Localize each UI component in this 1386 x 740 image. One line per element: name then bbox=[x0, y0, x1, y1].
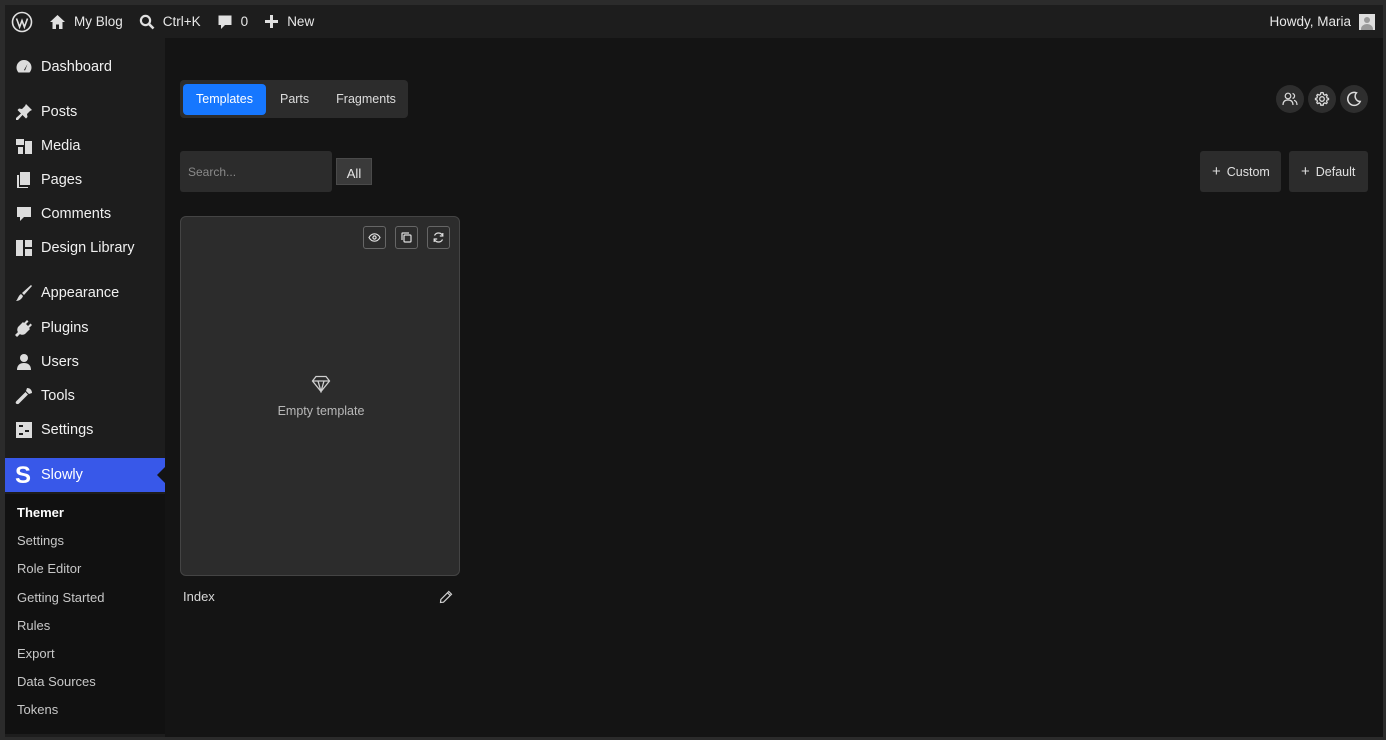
dark-mode-toggle[interactable] bbox=[1340, 85, 1368, 113]
comment-icon bbox=[14, 204, 34, 224]
sidebar-item-dashboard[interactable]: Dashboard bbox=[5, 50, 165, 84]
plus-icon: + bbox=[1301, 163, 1310, 180]
sidebar-item-users[interactable]: Users bbox=[5, 345, 165, 379]
sidebar-item-posts[interactable]: Posts bbox=[5, 95, 165, 129]
submenu-item-role-editor[interactable]: Role Editor bbox=[17, 561, 81, 576]
submenu-item-rules[interactable]: Rules bbox=[17, 618, 50, 633]
search-icon bbox=[139, 14, 155, 29]
add-default-label: Default bbox=[1315, 164, 1356, 179]
media-icon bbox=[14, 136, 34, 156]
search-shortcut-label: Ctrl+K bbox=[162, 14, 201, 29]
layout-icon bbox=[14, 238, 34, 258]
slowly-logo-icon: S bbox=[14, 464, 34, 486]
sidebar-item-label: Dashboard bbox=[41, 59, 112, 75]
preview-button[interactable] bbox=[363, 226, 386, 249]
sidebar-item-settings[interactable]: Settings bbox=[5, 413, 165, 447]
home-icon bbox=[50, 14, 65, 29]
add-default-button[interactable]: + Default bbox=[1289, 151, 1368, 192]
pages-icon bbox=[14, 170, 34, 190]
filter-all-button[interactable]: All bbox=[336, 158, 372, 185]
comments-link[interactable]: 0 bbox=[209, 5, 257, 38]
site-name-link[interactable]: My Blog bbox=[41, 5, 131, 38]
moon-icon bbox=[1347, 91, 1362, 107]
empty-template-label: Empty template bbox=[277, 404, 365, 418]
sidebar-item-appearance[interactable]: Appearance bbox=[5, 276, 165, 310]
tab-parts[interactable]: Parts bbox=[267, 84, 322, 115]
settings-icon bbox=[14, 420, 34, 440]
users-button[interactable] bbox=[1276, 85, 1304, 113]
edit-template-button[interactable] bbox=[438, 589, 454, 605]
admin-sidebar: Dashboard Posts Media Pages Comments Des… bbox=[5, 38, 165, 737]
wordpress-logo-icon bbox=[11, 11, 33, 32]
submenu-item-settings[interactable]: Settings bbox=[17, 533, 64, 548]
submenu-item-themer[interactable]: Themer bbox=[17, 505, 64, 520]
eye-icon bbox=[368, 233, 381, 242]
sidebar-item-media[interactable]: Media bbox=[5, 129, 165, 163]
sidebar-item-label: Settings bbox=[41, 422, 94, 438]
copy-icon bbox=[401, 232, 412, 243]
sidebar-item-label: Tools bbox=[41, 388, 75, 404]
sidebar-item-label: Plugins bbox=[41, 320, 89, 336]
greeting-text: Howdy, Maria bbox=[1269, 14, 1351, 29]
empty-template-placeholder: Empty template bbox=[181, 375, 461, 418]
template-title: Index bbox=[183, 589, 215, 604]
sidebar-item-plugins[interactable]: Plugins bbox=[5, 311, 165, 345]
site-name: My Blog bbox=[74, 14, 123, 29]
sidebar-item-label: Media bbox=[41, 138, 81, 154]
pin-icon bbox=[14, 102, 34, 122]
add-custom-button[interactable]: + Custom bbox=[1200, 151, 1281, 192]
sidebar-item-comments[interactable]: Comments bbox=[5, 197, 165, 231]
sidebar-item-label: Posts bbox=[41, 104, 78, 120]
comments-count: 0 bbox=[240, 14, 249, 29]
plug-icon bbox=[14, 318, 34, 338]
gear-icon bbox=[1314, 91, 1330, 106]
sidebar-item-label: Appearance bbox=[41, 285, 120, 301]
submenu-item-export[interactable]: Export bbox=[17, 646, 55, 661]
sidebar-item-design-library[interactable]: Design Library bbox=[5, 231, 165, 265]
submenu-item-data-sources[interactable]: Data Sources bbox=[17, 674, 96, 689]
diamond-icon bbox=[311, 375, 331, 394]
sidebar-item-label: Pages bbox=[41, 172, 83, 188]
sidebar-item-label: Design Library bbox=[41, 240, 135, 256]
tab-templates[interactable]: Templates bbox=[183, 83, 266, 115]
duplicate-button[interactable] bbox=[395, 226, 418, 249]
submenu-item-getting-started[interactable]: Getting Started bbox=[17, 590, 104, 605]
svg-text:S: S bbox=[15, 464, 31, 486]
wordpress-logo-button[interactable] bbox=[5, 5, 41, 38]
sidebar-item-pages[interactable]: Pages bbox=[5, 163, 165, 197]
sidebar-item-slowly[interactable]: S Slowly bbox=[5, 458, 165, 492]
add-custom-label: Custom bbox=[1226, 164, 1270, 179]
refresh-icon bbox=[433, 232, 444, 243]
reset-button[interactable] bbox=[427, 226, 450, 249]
plus-icon bbox=[265, 15, 279, 28]
dashboard-icon bbox=[14, 57, 34, 77]
users-icon bbox=[1282, 92, 1298, 106]
sidebar-item-label: Slowly bbox=[41, 467, 83, 483]
new-content-button[interactable]: New bbox=[256, 5, 322, 38]
sidebar-item-label: Users bbox=[41, 354, 79, 370]
search-input[interactable] bbox=[180, 151, 332, 192]
user-icon bbox=[14, 352, 34, 372]
brush-icon bbox=[14, 283, 34, 303]
account-menu[interactable]: Howdy, Maria bbox=[1269, 13, 1383, 30]
admin-bar: My Blog Ctrl+K 0 New Howdy, Maria bbox=[5, 5, 1383, 38]
plus-icon: + bbox=[1212, 163, 1221, 180]
new-content-label: New bbox=[287, 14, 315, 29]
wrench-icon bbox=[14, 386, 34, 406]
search-shortcut-button[interactable]: Ctrl+K bbox=[131, 5, 209, 38]
submenu-item-tokens[interactable]: Tokens bbox=[17, 702, 58, 717]
tab-fragments[interactable]: Fragments bbox=[323, 84, 409, 115]
settings-button[interactable] bbox=[1308, 85, 1336, 113]
slowly-submenu: Themer Settings Role Editor Getting Star… bbox=[5, 494, 165, 734]
sidebar-item-tools[interactable]: Tools bbox=[5, 379, 165, 413]
template-card[interactable]: Empty template bbox=[180, 216, 460, 576]
comment-icon bbox=[218, 15, 232, 29]
avatar bbox=[1359, 13, 1375, 30]
pencil-icon bbox=[439, 590, 453, 604]
template-type-tabs: Templates Parts Fragments bbox=[180, 80, 408, 118]
sidebar-item-label: Comments bbox=[41, 206, 112, 222]
